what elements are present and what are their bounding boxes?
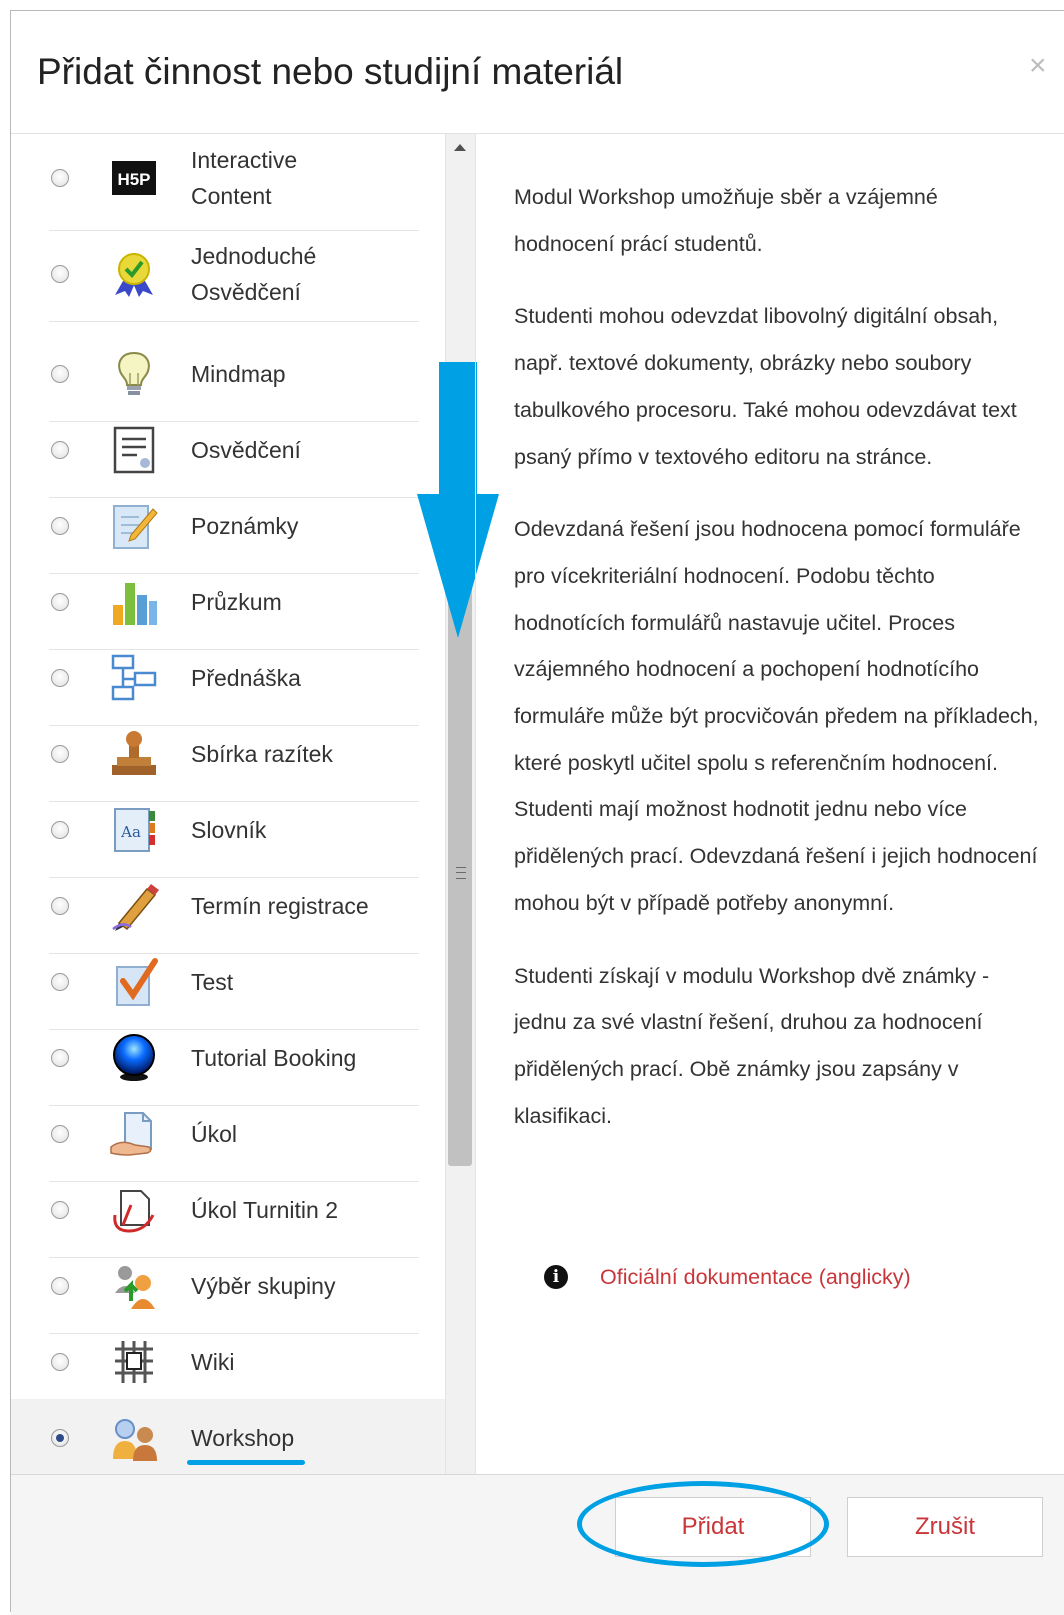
- radio-button[interactable]: [51, 441, 69, 459]
- scroll-up-arrow-icon[interactable]: [454, 144, 466, 151]
- radio-button[interactable]: [51, 973, 69, 991]
- radio-button[interactable]: [51, 745, 69, 763]
- lightbulb-icon: [109, 349, 159, 399]
- cancel-button[interactable]: Zrušit: [847, 1497, 1043, 1557]
- activity-option-label: Tutorial Booking: [191, 1045, 357, 1071]
- activity-option[interactable]: Poznámky: [11, 487, 463, 565]
- notes-pencil-icon: [109, 501, 159, 551]
- activity-option-label: Úkol Turnitin 2: [191, 1197, 339, 1223]
- radio-button[interactable]: [51, 669, 69, 687]
- activity-option[interactable]: Přednáška: [11, 639, 463, 717]
- description-paragraph: Studenti mohou odevzdat libovolný digitá…: [514, 304, 1017, 469]
- radio-button[interactable]: [51, 1201, 69, 1219]
- svg-text:H5P: H5P: [117, 170, 150, 189]
- workshop-people-icon: [109, 1413, 159, 1463]
- stamp-icon: [109, 729, 159, 779]
- activity-option[interactable]: Sbírka razítek: [11, 715, 463, 793]
- radio-button[interactable]: [51, 265, 69, 283]
- activity-option[interactable]: Úkol: [11, 1095, 463, 1173]
- activity-option[interactable]: H5P Interactive Content: [11, 134, 463, 222]
- radio-button[interactable]: [51, 1429, 69, 1447]
- activity-option-label: Workshop: [191, 1425, 295, 1451]
- grip-icon: [456, 867, 466, 879]
- activity-option-label: Poznámky: [191, 513, 299, 539]
- quiz-checkmark-icon: [109, 957, 159, 1007]
- activity-option-label: Slovník: [191, 817, 267, 843]
- add-button[interactable]: Přidat: [615, 1497, 811, 1557]
- activity-option[interactable]: Aa Slovník: [11, 791, 463, 869]
- description-paragraph: Studenti získají v modulu Workshop dvě z…: [514, 963, 990, 1128]
- dialog-body: H5P Interactive Content Jednoduché Osvědče…: [11, 134, 1064, 1526]
- activity-option-label: Test: [191, 969, 234, 995]
- activity-option-label: Osvědčení: [191, 437, 301, 463]
- assignment-hand-icon: [109, 1109, 159, 1159]
- certificate-document-icon: [109, 425, 159, 475]
- radio-button[interactable]: [51, 1049, 69, 1067]
- activity-option-label: Průzkum: [191, 589, 282, 615]
- scrollbar-thumb[interactable]: [448, 579, 472, 1166]
- add-activity-dialog: Přidat činnost nebo studijní materiál × …: [10, 10, 1064, 1615]
- activity-option-label: Výběr skupiny: [191, 1273, 336, 1299]
- turnitin-icon: [109, 1185, 159, 1235]
- radio-button[interactable]: [51, 897, 69, 915]
- activity-option-label: Termín registrace: [191, 893, 369, 919]
- activity-option[interactable]: Průzkum: [11, 563, 463, 641]
- activity-option-label: Wiki: [191, 1349, 235, 1375]
- lesson-flowchart-icon: [109, 653, 159, 703]
- certificate-ribbon-icon: [109, 249, 159, 299]
- activity-option[interactable]: Jednoduché Osvědčení: [11, 235, 463, 313]
- radio-button[interactable]: [51, 1353, 69, 1371]
- activity-option[interactable]: Wiki: [11, 1323, 463, 1401]
- glossary-icon: Aa: [109, 805, 159, 855]
- activity-option-label: Přednáška: [191, 665, 301, 691]
- activity-options-list: H5P Interactive Content Jednoduché Osvědče…: [11, 134, 463, 1526]
- dialog-footer: Přidat Zrušit: [11, 1474, 1064, 1615]
- radio-button[interactable]: [51, 365, 69, 383]
- svg-text:Aa: Aa: [120, 823, 141, 841]
- activity-option-label: Sbírka razítek: [191, 741, 333, 767]
- wiki-icon: [109, 1337, 159, 1387]
- activity-option-label: Jednoduché Osvědčení: [191, 243, 317, 305]
- blue-sphere-icon: [109, 1033, 159, 1083]
- group-choice-icon: [109, 1261, 159, 1311]
- activity-option[interactable]: Výběr skupiny: [11, 1247, 463, 1325]
- options-scrollbar[interactable]: [445, 134, 475, 1526]
- activity-option-label: Interactive Content: [191, 147, 298, 209]
- option-divider: [49, 230, 419, 231]
- activity-option[interactable]: Tutorial Booking: [11, 1019, 463, 1097]
- radio-button[interactable]: [51, 1125, 69, 1143]
- activity-description-panel: Modul Workshop umožňuje sběr a vzájemné …: [475, 134, 1064, 1526]
- activity-option[interactable]: Mindmap: [11, 335, 463, 413]
- radio-button[interactable]: [51, 1277, 69, 1295]
- activity-option[interactable]: Osvědčení: [11, 411, 463, 489]
- option-divider: [49, 321, 419, 322]
- radio-button[interactable]: [51, 517, 69, 535]
- info-icon: i: [544, 1265, 568, 1289]
- documentation-link[interactable]: Oficiální dokumentace (anglicky): [600, 1258, 911, 1296]
- h5p-icon: H5P: [109, 153, 159, 203]
- description-text: Modul Workshop umožňuje sběr a vzájemné …: [514, 174, 1044, 1165]
- activity-option-label: Úkol: [191, 1121, 238, 1147]
- activity-option[interactable]: Test: [11, 943, 463, 1021]
- activity-option-label: Mindmap: [191, 361, 286, 387]
- description-paragraph: Modul Workshop umožňuje sběr a vzájemné …: [514, 185, 938, 256]
- activity-option[interactable]: Workshop: [11, 1399, 463, 1477]
- activity-option[interactable]: Úkol Turnitin 2: [11, 1171, 463, 1249]
- radio-button[interactable]: [51, 593, 69, 611]
- description-paragraph: Odevzdaná řešení jsou hodnocena pomocí f…: [514, 517, 1039, 915]
- dialog-header: Přidat činnost nebo studijní materiál ×: [11, 11, 1064, 134]
- dialog-title: Přidat činnost nebo studijní materiál: [37, 51, 624, 92]
- close-icon[interactable]: ×: [1029, 49, 1047, 83]
- radio-button[interactable]: [51, 169, 69, 187]
- pen-icon: [109, 881, 159, 931]
- selected-underline-annotation: [187, 1460, 305, 1465]
- bar-chart-icon: [109, 577, 159, 627]
- activity-option[interactable]: Termín registrace: [11, 867, 463, 945]
- radio-button[interactable]: [51, 821, 69, 839]
